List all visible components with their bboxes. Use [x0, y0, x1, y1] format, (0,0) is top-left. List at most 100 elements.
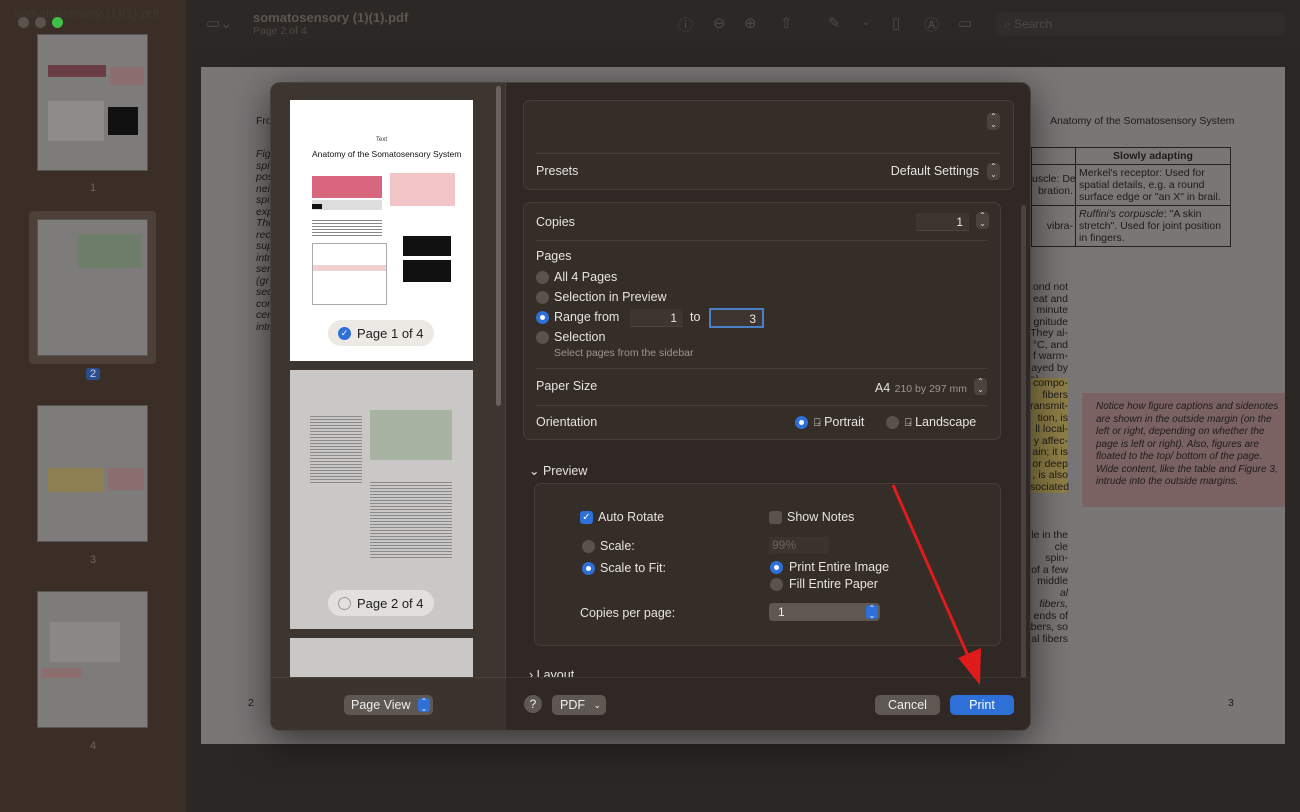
show-notes-label: Show Notes: [787, 510, 855, 524]
portrait-option: ⍈ Portrait: [814, 415, 865, 429]
print-settings-panel: Copies 1 ⌃ ⌄ Pages All 4 Pages Selection …: [523, 202, 1001, 440]
copies-stepper[interactable]: ⌃ ⌄: [976, 212, 989, 229]
range-from-input[interactable]: 1: [630, 309, 683, 327]
table-header-cell: [1031, 147, 1076, 165]
zoom-out-icon[interactable]: ⊖: [713, 14, 726, 32]
unchecked-circle-icon: [338, 596, 351, 610]
chevron-updown-icon: ⌃ ⌄: [418, 698, 430, 713]
chevron-updown-icon[interactable]: ⌃ ⌄: [974, 378, 987, 395]
radio-print-entire-image[interactable]: [770, 561, 783, 574]
selection-hint: Select pages from the sidebar: [554, 347, 694, 359]
preview-section-toggle[interactable]: ⌄ Preview: [529, 463, 587, 478]
paper-size-label: Paper Size: [536, 379, 598, 393]
printer-select-stepper[interactable]: ⌃ ⌄: [987, 113, 1000, 130]
radio-scale-to-fit[interactable]: [582, 562, 595, 575]
print-preview-pane: Text Anatomy of the Somatosensory System…: [271, 83, 506, 730]
share-icon[interactable]: ⇧: [780, 14, 793, 32]
radio-selection-in-preview[interactable]: [536, 291, 549, 304]
fill-entire-paper-label: Fill Entire Paper: [789, 577, 878, 591]
sidebar-toggle-icon[interactable]: ▭⌄: [206, 14, 233, 32]
page-1-select-badge[interactable]: ✓ Page 1 of 4: [328, 320, 434, 346]
search-input[interactable]: ⌕ Search: [996, 12, 1286, 36]
scale-to-fit-label: Scale to Fit:: [600, 561, 666, 575]
cancel-button[interactable]: Cancel: [875, 695, 940, 715]
auto-rotate-label: Auto Rotate: [598, 510, 665, 524]
settings-scrollbar[interactable]: [1021, 205, 1026, 685]
thumbnail-label: 2: [0, 368, 186, 380]
annotation-arrow-icon: [891, 484, 981, 685]
paper-size-select[interactable]: A4 210 by 297 mm: [854, 379, 967, 397]
body-text: ond not eat and minute gnitude They al- °C, a…: [1030, 281, 1068, 384]
auto-rotate-checkbox[interactable]: ✓: [580, 511, 593, 524]
rotate-icon[interactable]: ▯: [892, 14, 900, 32]
info-icon[interactable]: ⓘ: [678, 14, 693, 35]
radio-landscape[interactable]: [886, 416, 899, 429]
copies-input[interactable]: 1: [916, 213, 969, 231]
sidenote: Notice how figure captions and sidenotes…: [1082, 393, 1285, 507]
document-subtitle: Page 2 of 4: [253, 25, 307, 37]
receptor-table: Slowly adapting uscle: De bration. Merkel…: [1031, 147, 1231, 247]
radio-portrait[interactable]: [795, 416, 808, 429]
page-thumbnail-3[interactable]: [37, 405, 148, 542]
radio-scale[interactable]: [582, 540, 595, 553]
zoom-in-icon[interactable]: ⊕: [744, 14, 757, 32]
all-pages-label: All 4 Pages: [554, 270, 618, 284]
print-entire-image-label: Print Entire Image: [789, 560, 890, 574]
radio-all-pages[interactable]: [536, 271, 549, 284]
preview-page-3[interactable]: [290, 638, 473, 678]
highlighted-text: compo-fibers ransmit-tion, is ll local-y a…: [1030, 377, 1070, 493]
preview-doc-title: Anatomy of the Somatosensory System: [312, 149, 462, 159]
checkmark-icon: ✓: [338, 326, 351, 340]
table-header-cell: Slowly adapting: [1075, 147, 1231, 165]
table-cell: vibra-: [1031, 205, 1076, 247]
selection-in-preview-label: Selection in Preview: [554, 290, 667, 304]
orientation-label: Orientation: [536, 415, 598, 429]
preview-page-2[interactable]: Page 2 of 4: [290, 370, 473, 629]
thumbnail-label: 3: [89, 554, 97, 566]
page-thumbnail-4[interactable]: [37, 591, 148, 728]
annotate-icon[interactable]: Ⓐ: [924, 14, 939, 35]
print-button[interactable]: Print: [950, 695, 1014, 715]
selection-label: Selection: [554, 330, 606, 344]
copies-per-page-select[interactable]: 1 ⌃ ⌄: [769, 603, 880, 621]
portrait-icon: ⍈: [814, 417, 821, 429]
pdf-menu-button[interactable]: PDF ⌄: [552, 695, 606, 715]
chevron-updown-icon[interactable]: ⌃ ⌄: [987, 163, 1000, 180]
presets-select[interactable]: Default Settings: [864, 164, 979, 178]
minimize-window-button[interactable]: [35, 17, 46, 28]
thumbnail-label: 1: [89, 182, 97, 194]
copies-per-page-label: Copies per page:: [580, 606, 676, 620]
page-thumbnail-1[interactable]: [37, 34, 148, 171]
page-number-left: 2: [248, 697, 254, 709]
scale-input[interactable]: 99%: [769, 537, 829, 554]
zoom-window-button[interactable]: [52, 17, 63, 28]
preview-top-text: Text: [375, 137, 387, 143]
markup-icon[interactable]: ✎: [828, 14, 841, 32]
printer-presets-panel: ⌃ ⌄ Presets Default Settings ⌃ ⌄: [523, 100, 1014, 190]
table-cell: uscle: De bration.: [1031, 164, 1076, 206]
show-notes-checkbox[interactable]: [769, 511, 782, 524]
close-window-button[interactable]: [18, 17, 29, 28]
page-view-select[interactable]: Page View ⌃ ⌄: [344, 695, 433, 715]
form-icon[interactable]: ▭: [958, 14, 972, 32]
body-text: le in the cle spin-of a few middle al fiber…: [1030, 529, 1068, 645]
page-2-select-badge[interactable]: Page 2 of 4: [328, 590, 434, 616]
preview-page-1[interactable]: Text Anatomy of the Somatosensory System…: [290, 100, 473, 361]
chevron-updown-icon: ⌃ ⌄: [866, 605, 878, 620]
chevron-down-icon[interactable]: ⌄: [862, 17, 870, 28]
document-title: somatosensory (1)(1).pdf: [253, 10, 409, 25]
presets-label: Presets: [536, 164, 579, 178]
scale-label: Scale:: [600, 539, 635, 553]
page-thumbnail-2[interactable]: [37, 219, 148, 356]
range-to-input[interactable]: 3: [709, 308, 764, 328]
pages-label: Pages: [536, 249, 572, 263]
radio-fill-entire-paper[interactable]: [770, 578, 783, 591]
help-button[interactable]: ?: [524, 695, 542, 713]
thumbnail-label: 4: [89, 740, 97, 752]
layout-section-toggle[interactable]: › Layout: [529, 668, 574, 677]
landscape-icon: ⍈: [905, 417, 912, 429]
range-from-label: Range from: [554, 310, 620, 324]
radio-range-from[interactable]: [536, 311, 549, 324]
radio-selection[interactable]: [536, 331, 549, 344]
preview-scrollbar[interactable]: [496, 86, 501, 406]
